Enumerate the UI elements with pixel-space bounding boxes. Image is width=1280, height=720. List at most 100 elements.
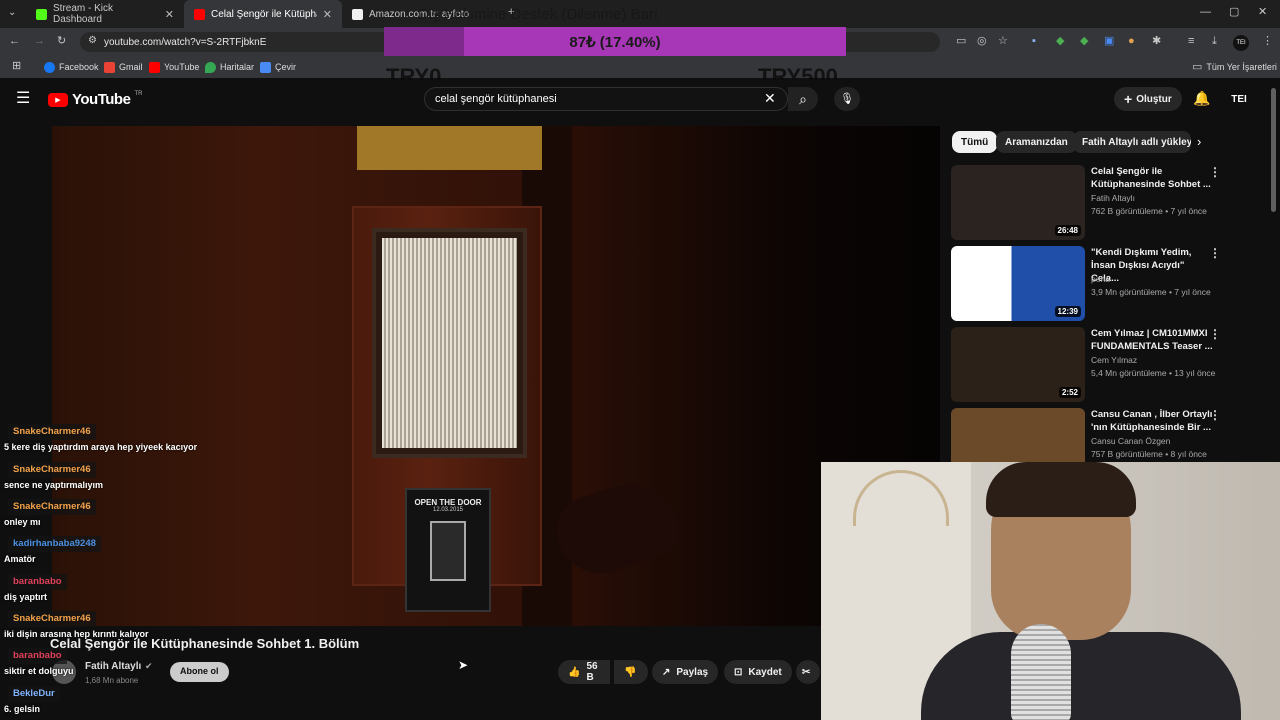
video-duration: 26:48 [1054, 225, 1081, 236]
recommendation-item[interactable]: 12:39 "Kendi Dışkımı Yedim, İnsan Dışkıs… [951, 246, 1251, 321]
extension-icon[interactable]: ▪ [1032, 36, 1036, 47]
download-icon[interactable]: ⤓ [1212, 36, 1217, 47]
bookmark-label: Çevir [275, 62, 297, 72]
back-icon[interactable]: ← [9, 36, 20, 47]
more-options-icon[interactable]: ⋮ [1209, 327, 1221, 341]
tab-search-icon[interactable]: ⌄ [8, 8, 16, 18]
video-meta: 3,9 Mn görüntüleme • 7 yıl önce [1091, 287, 1211, 297]
chip-from-search[interactable]: Aramanızdan [996, 131, 1077, 153]
chat-message: sence ne yaptırmalıyım [4, 480, 104, 490]
reading-list-icon[interactable]: ≡ [1188, 36, 1194, 47]
tab-youtube[interactable]: Celal Şengör ile Kütüphanesinde ✕ [184, 0, 342, 28]
all-bookmarks-label: Tüm Yer İşaretleri [1206, 62, 1277, 72]
video-frame-plaque [357, 126, 542, 170]
tab-kick[interactable]: Stream - Kick Dashboard ✕ [26, 0, 184, 28]
donation-title: Diş Hekimine Destek (Dilenme) Barı [418, 6, 659, 23]
video-frame-poster: OPEN THE DOOR 12.03.2015 [405, 488, 491, 612]
bookmark-gmail[interactable]: Gmail [104, 56, 143, 78]
all-bookmarks[interactable]: ▭ Tüm Yer İşaretleri [1192, 56, 1277, 78]
close-icon[interactable]: ✕ [323, 8, 332, 21]
share-button[interactable]: ↗ Paylaş [652, 660, 719, 684]
notifications-bell-icon[interactable]: 🔔 [1193, 91, 1210, 105]
youtube-favicon-icon [194, 8, 205, 20]
bookmark-facebook[interactable]: Facebook [44, 56, 99, 78]
thumbs-down-icon: 👎 [624, 666, 637, 678]
chat-message: siktir et dolguyu [4, 666, 74, 676]
translate-icon[interactable]: ▣ [1104, 36, 1114, 47]
channel-name[interactable]: Cansu Canan Özgen [1091, 436, 1170, 446]
channel-name[interactable]: Fatih Altaylı [1091, 193, 1135, 203]
video-thumbnail[interactable]: 2:52 [951, 327, 1085, 402]
apps-icon[interactable]: ⊞ [12, 61, 21, 72]
microphone [1011, 624, 1071, 720]
streamer-hair [986, 462, 1136, 517]
channel-name[interactable]: pena [1091, 274, 1110, 284]
site-info-icon[interactable]: ⚙ [88, 36, 97, 46]
video-title[interactable]: Cansu Canan , İlber Ortaylı 'nın Kütüpha… [1091, 408, 1213, 434]
mouse-cursor-icon: ➤ [458, 658, 469, 672]
bookmark-translate[interactable]: Çevir [260, 56, 296, 78]
page-scrollbar[interactable] [1271, 88, 1276, 212]
install-app-icon[interactable]: ▭ [956, 36, 966, 47]
scissors-icon: ✂ [802, 666, 811, 678]
puzzle-icon[interactable]: ✱ [1152, 36, 1161, 47]
share-label: Paylaş [676, 666, 709, 678]
webcam-overlay [821, 462, 1280, 720]
dislike-button[interactable]: 👎 [614, 660, 648, 684]
eye-off-icon[interactable]: ◎ [977, 36, 987, 47]
translate-icon [260, 61, 271, 73]
more-options-icon[interactable]: ⋮ [1209, 246, 1221, 260]
channel-name[interactable]: Cem Yılmaz [1091, 355, 1137, 365]
extension-icon[interactable]: ◆ [1080, 36, 1088, 47]
poster-title: OPEN THE DOOR [414, 498, 482, 507]
donation-amount: 87₺ (17.40%) [569, 34, 661, 51]
clear-search-icon[interactable]: ✕ [764, 91, 776, 105]
reload-icon[interactable]: ↻ [57, 36, 66, 47]
chat-username: baranbabo [8, 574, 67, 590]
chip-next-icon[interactable]: › [1197, 135, 1201, 148]
chat-username: SnakeCharmer46 [8, 499, 96, 515]
extension-icon[interactable]: ● [1128, 36, 1135, 47]
close-icon[interactable]: ✕ [165, 8, 174, 21]
clip-button[interactable]: ✂ [796, 660, 820, 684]
account-avatar[interactable]: TEI [1226, 89, 1252, 109]
browser-menu-icon[interactable]: ⋮ [1262, 36, 1273, 47]
bookmark-star-icon[interactable]: ☆ [998, 36, 1008, 47]
video-thumbnail[interactable]: 12:39 [951, 246, 1085, 321]
video-thumbnail[interactable]: 26:48 [951, 165, 1085, 240]
save-icon: ⊡ [734, 666, 743, 678]
search-button[interactable]: ⌕ [788, 87, 818, 111]
recommendation-item[interactable]: 2:52 Cem Yılmaz | CM101MMXI FUNDAMENTALS… [951, 327, 1251, 402]
streamer-shirt [921, 632, 1241, 720]
more-options-icon[interactable]: ⋮ [1209, 408, 1221, 422]
voice-search-button[interactable]: 🎙 [834, 87, 860, 111]
like-button[interactable]: 👍 56 B [558, 660, 610, 684]
save-button[interactable]: ⊡ Kaydet [724, 660, 792, 684]
hamburger-menu-icon[interactable]: ☰ [16, 91, 30, 107]
forward-icon[interactable]: → [34, 36, 45, 47]
youtube-logo[interactable]: ▶ YouTube TR [48, 91, 142, 108]
recommendation-item[interactable]: 26:48 Celal Şengör ile Kütüphanesinde So… [951, 165, 1251, 240]
chip-uploader[interactable]: Fatih Altaylı adlı yükleyic [1073, 131, 1191, 153]
chat-username: SnakeCharmer46 [8, 462, 96, 478]
close-window-icon[interactable]: ✕ [1258, 7, 1267, 18]
chat-message: iki dişin arasına hep kırıntı kalıyor [4, 629, 149, 639]
search-input[interactable]: celal şengör kütüphanesi [424, 87, 788, 111]
extension-icon[interactable]: ◆ [1056, 36, 1064, 47]
youtube-icon [149, 61, 160, 73]
chat-message: 5 kere diş yaptırdım araya hep yiyeek ka… [4, 442, 198, 452]
bookmark-label: Facebook [59, 62, 99, 72]
chip-all[interactable]: Tümü [952, 131, 998, 153]
minimize-icon[interactable]: — [1200, 7, 1211, 18]
bookmark-maps[interactable]: Haritalar [205, 56, 254, 78]
video-title[interactable]: Cem Yılmaz | CM101MMXI FUNDAMENTALS Teas… [1091, 327, 1213, 353]
chat-username: SnakeCharmer46 [8, 611, 96, 627]
maximize-icon[interactable]: ▢ [1229, 7, 1239, 18]
profile-avatar[interactable]: TEI [1233, 35, 1249, 51]
more-options-icon[interactable]: ⋮ [1209, 165, 1221, 179]
bookmark-youtube[interactable]: YouTube [149, 56, 199, 78]
video-title[interactable]: Celal Şengör ile Kütüphanesinde Sohbet .… [1091, 165, 1213, 191]
chat-message: Amatör [4, 554, 36, 564]
like-count: 56 B [586, 661, 598, 683]
create-button[interactable]: + Oluştur [1114, 87, 1182, 111]
